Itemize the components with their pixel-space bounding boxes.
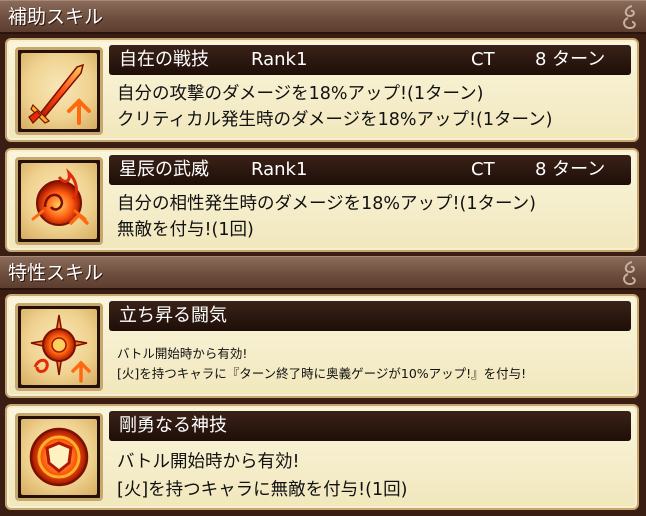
skill-name: 剛勇なる神技 [119,415,227,436]
skill-name-bar: 立ち昇る闘気 [109,301,631,331]
skill-card[interactable]: 立ち昇る闘気 バトル開始時から有効! [火]を持つキャラに『ターン終了時に奥義ゲ… [5,294,639,398]
skill-rank: Rank1 [251,159,308,180]
flourish-icon [623,261,636,286]
section-header-support: 補助スキル [0,0,646,34]
skill-icon-frame [15,47,103,135]
skill-ct-value: 8 ターン [535,159,606,180]
skill-rank: Rank1 [251,49,308,70]
skill-desc-line: 無敵を付与!(1回) [117,220,254,240]
skill-icon-frame [15,303,103,391]
skill-ct-value: 8 ターン [535,49,606,70]
skill-name-bar: 星辰の武威 Rank1 CT 8 ターン [109,155,631,185]
skill-icon-frame [15,157,103,245]
skill-desc-line: バトル開始時から有効! [117,346,248,361]
section-title: 特性スキル [8,262,104,284]
skill-desc-line: バトル開始時から有効! [117,452,300,472]
section-title: 補助スキル [8,6,104,28]
fire-compass-icon [30,314,91,383]
shield-icon [29,427,89,487]
skill-name: 立ち昇る闘気 [119,305,227,326]
flame-swirl-icon [31,168,89,226]
skill-ct-label: CT [471,159,495,180]
skill-card[interactable]: 剛勇なる神技 バトル開始時から有効! [火]を持つキャラに無敵を付与!(1回) [5,404,639,510]
skill-name: 星辰の武威 [119,159,209,180]
skill-name-bar: 自在の戦技 Rank1 CT 8 ターン [109,45,631,75]
skill-card[interactable]: 自在の戦技 Rank1 CT 8 ターン 自分の攻撃のダメージを18%アップ!(… [5,38,639,142]
skill-desc-line: [火]を持つキャラに『ターン終了時に奥義ゲージが10%アップ!』を付与! [117,366,527,381]
sword-icon [28,63,91,125]
flourish-icon [623,5,636,30]
section-header-trait: 特性スキル [0,256,646,290]
skill-icon-frame [15,413,103,501]
skill-card[interactable]: 星辰の武威 Rank1 CT 8 ターン 自分の相性発生時のダメージを18%アッ… [5,148,639,252]
skill-desc-line: 自分の相性発生時のダメージを18%アップ!(1ターン) [117,194,536,214]
skill-ct-label: CT [471,49,495,70]
skill-desc-line: [火]を持つキャラに無敵を付与!(1回) [117,480,408,500]
skill-name: 自在の戦技 [119,49,209,70]
skill-name-bar: 剛勇なる神技 [109,411,631,441]
skill-desc-line: クリティカル発生時のダメージを18%アップ!(1ターン) [117,110,553,130]
skill-desc-line: 自分の攻撃のダメージを18%アップ!(1ターン) [117,84,484,104]
